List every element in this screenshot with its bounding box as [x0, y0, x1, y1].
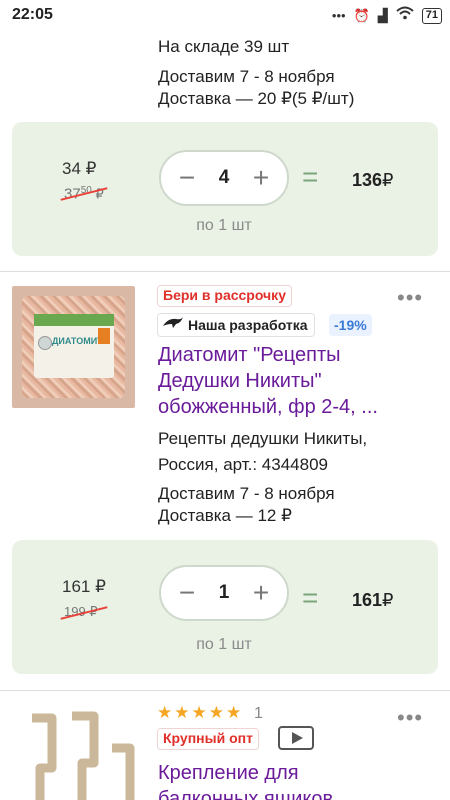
- plus-button[interactable]: +: [243, 158, 279, 198]
- delivery-cost: Доставка — 20 ₽(5 ₽/шт): [158, 89, 355, 108]
- stock-text: На складе 39 шт: [158, 37, 290, 56]
- rating-stars: ★★★★★: [157, 703, 244, 722]
- dots-icon: •••: [331, 7, 346, 23]
- more-options-icon[interactable]: •••: [397, 707, 423, 729]
- discount-badge: -19%: [329, 314, 372, 336]
- step-note: по 1 шт: [196, 636, 252, 653]
- divider: [0, 271, 450, 272]
- wholesale-badge[interactable]: Крупный опт: [157, 728, 259, 750]
- more-options-icon[interactable]: •••: [397, 287, 423, 309]
- total-price: 136₽: [352, 170, 394, 190]
- divider: [0, 690, 450, 691]
- battery-icon: 71: [421, 7, 442, 24]
- total-price: 161₽: [352, 590, 394, 610]
- equals-sign: =: [302, 582, 319, 613]
- price-card: 161 ₽ 199 ₽ − 1 + по 1 шт = 161₽: [12, 540, 438, 674]
- current-price: 34 ₽: [62, 159, 97, 178]
- delivery-date: Доставим 7 - 8 ноября: [158, 484, 335, 503]
- status-icons: ••• ⏰ ▟ 71: [332, 6, 442, 25]
- delivery-date: Доставим 7 - 8 ноября: [158, 67, 335, 86]
- old-price: 199 ₽: [60, 604, 108, 620]
- status-bar: 22:05 ••• ⏰ ▟ 71: [0, 0, 450, 30]
- plus-button[interactable]: +: [243, 573, 279, 613]
- video-icon[interactable]: [278, 726, 314, 750]
- price-card: 34 ₽ 3750 ₽ − 4 + по 1 шт = 136₽: [12, 122, 438, 256]
- package-label: ДИАТОМИТ: [34, 314, 114, 378]
- product-image[interactable]: ДИАТОМИТ: [12, 286, 135, 408]
- dolphin-icon: [162, 315, 184, 336]
- seller-line-2: Россия, арт.: 4344809: [158, 455, 328, 474]
- product-title[interactable]: Диатомит "Рецепты Дедушки Никиты" обожже…: [158, 342, 418, 420]
- equals-sign: =: [302, 161, 319, 192]
- delivery-cost: Доставка — 12 ₽: [158, 506, 292, 525]
- alarm-icon: ⏰: [353, 7, 370, 23]
- rating-count[interactable]: 1: [254, 705, 263, 723]
- current-price: 161 ₽: [62, 577, 106, 596]
- product-title[interactable]: Крепление для балконных ящиков: [158, 760, 418, 800]
- seller-line-1: Рецепты дедушки Никиты,: [158, 429, 368, 448]
- installment-badge[interactable]: Бери в рассрочку: [157, 285, 292, 307]
- quantity-stepper[interactable]: − 1 +: [159, 565, 289, 621]
- status-time: 22:05: [12, 6, 53, 23]
- product-image[interactable]: [12, 708, 135, 800]
- wifi-icon: [396, 6, 414, 25]
- own-development-badge[interactable]: Наша разработка: [157, 313, 315, 337]
- quantity-stepper[interactable]: − 4 +: [159, 150, 289, 206]
- step-note: по 1 шт: [196, 217, 252, 234]
- old-price: 3750 ₽: [60, 185, 108, 202]
- signal-icon: ▟: [377, 7, 388, 23]
